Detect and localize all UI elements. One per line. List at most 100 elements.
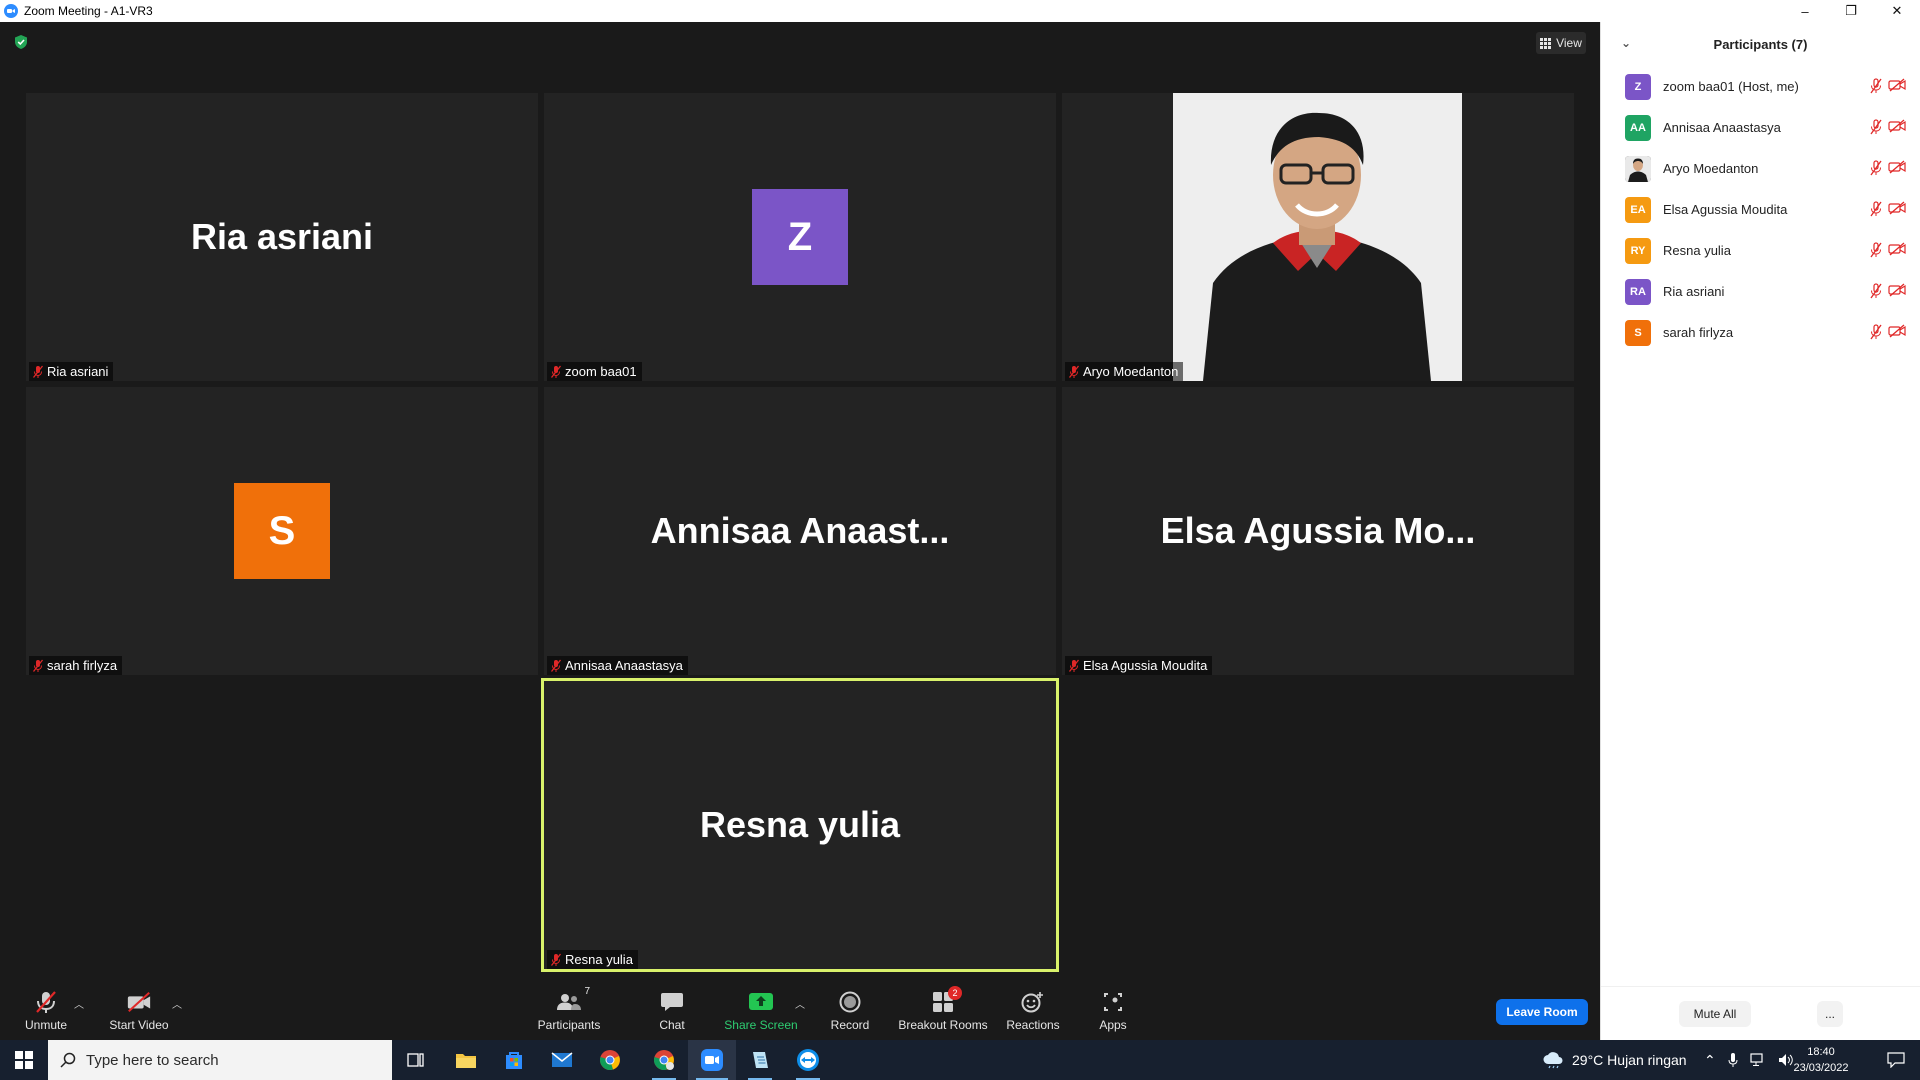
unmute-button[interactable]: Unmute xyxy=(18,982,74,1040)
mic-muted-icon[interactable] xyxy=(1870,119,1882,135)
participant-avatar: RA xyxy=(1625,278,1651,305)
record-button[interactable]: Record xyxy=(826,982,874,1040)
participant-name: Annisaa Anaastasya xyxy=(1663,120,1781,135)
participants-panel: ⌄ Participants (7) Zzoom baa01 (Host, me… xyxy=(1600,22,1920,1040)
mic-muted-icon xyxy=(1069,365,1079,378)
tile-display-name: Resna yulia xyxy=(699,804,901,845)
participant-name: Elsa Agussia Moudita xyxy=(1663,202,1788,217)
collapse-chevron-icon[interactable]: ⌄ xyxy=(1621,36,1631,50)
microphone-icon[interactable] xyxy=(1728,1052,1738,1068)
video-tile-elsa-agussia-moudita[interactable]: Elsa Agussia Mo... Elsa Agussia Moudita xyxy=(1062,387,1574,675)
video-off-icon[interactable] xyxy=(1888,324,1906,338)
network-icon[interactable] xyxy=(1750,1053,1766,1067)
task-view-icon xyxy=(407,1053,424,1067)
task-view-button[interactable] xyxy=(392,1040,440,1080)
apps-button[interactable]: Apps xyxy=(1098,982,1128,1040)
tile-nameplate: sarah firlyza xyxy=(29,656,123,675)
weather-widget[interactable]: 29°C Hujan ringan xyxy=(1542,1040,1687,1080)
share-options-chevron-icon[interactable]: ︿ xyxy=(795,996,805,1011)
taskbar-mail[interactable] xyxy=(538,1040,586,1080)
mic-muted-icon[interactable] xyxy=(1870,242,1882,258)
participant-row[interactable]: EA Elsa Agussia Moudita xyxy=(1601,189,1920,230)
tile-name-label: sarah firlyza xyxy=(47,658,118,673)
share-screen-button[interactable]: Share Screen xyxy=(722,982,800,1040)
meeting-area: View Ria asriani Ria asriani Z zoom baa0… xyxy=(0,22,1600,1040)
participants-panel-footer: Mute All ... xyxy=(1601,986,1920,1040)
more-options-button[interactable]: ... xyxy=(1817,1001,1843,1027)
mic-muted-icon xyxy=(33,990,59,1014)
participant-row[interactable]: RY Resna yulia xyxy=(1601,230,1920,271)
reactions-button[interactable]: Reactions xyxy=(1006,982,1060,1040)
video-options-chevron-icon[interactable]: ︿ xyxy=(172,996,182,1011)
video-off-icon[interactable] xyxy=(1888,160,1906,174)
taskbar-chrome-profile[interactable] xyxy=(640,1040,688,1080)
mic-muted-icon xyxy=(33,365,43,378)
video-off-icon[interactable] xyxy=(1888,242,1906,256)
video-tile-resna-yulia[interactable]: Resna yulia Resna yulia xyxy=(541,678,1059,972)
share-screen-icon xyxy=(748,990,774,1014)
tile-display-name: Annisaa Anaast... xyxy=(650,510,950,551)
taskbar-clock[interactable]: 18:40 23/03/2022 xyxy=(1778,1044,1864,1076)
video-off-icon[interactable] xyxy=(1888,283,1906,297)
video-off-icon[interactable] xyxy=(1888,119,1906,133)
search-placeholder: Type here to search xyxy=(86,1051,219,1069)
breakout-rooms-button[interactable]: 2 Breakout Rooms xyxy=(896,982,990,1040)
chat-button[interactable]: Chat xyxy=(650,982,694,1040)
teamviewer-icon xyxy=(797,1049,819,1071)
participant-row[interactable]: Aryo Moedanton xyxy=(1601,148,1920,189)
participants-button[interactable]: 7 Participants xyxy=(532,982,606,1040)
leave-room-button[interactable]: Leave Room xyxy=(1496,999,1588,1025)
taskbar-file-explorer[interactable] xyxy=(442,1040,490,1080)
view-button[interactable]: View xyxy=(1536,32,1586,54)
taskbar-search-box[interactable]: Type here to search xyxy=(48,1040,392,1080)
participant-row[interactable]: RA Ria asriani xyxy=(1601,271,1920,312)
tile-nameplate: Resna yulia xyxy=(547,950,638,969)
windows-logo-icon xyxy=(15,1051,33,1069)
mic-muted-icon xyxy=(33,659,43,672)
security-shield-icon[interactable] xyxy=(14,34,28,50)
participant-status-icons xyxy=(1870,242,1906,258)
participant-avatar: AA xyxy=(1625,114,1651,141)
windows-start-button[interactable] xyxy=(0,1040,48,1080)
zoom-icon xyxy=(701,1049,723,1071)
participant-row[interactable]: Ssarah firlyza xyxy=(1601,312,1920,353)
minimize-button[interactable]: – xyxy=(1782,0,1828,22)
mic-muted-icon[interactable] xyxy=(1870,78,1882,94)
notifications-button[interactable] xyxy=(1872,1040,1920,1080)
video-off-icon[interactable] xyxy=(1888,78,1906,92)
video-tile-annisaa-anaastasya[interactable]: Annisaa Anaast... Annisaa Anaastasya xyxy=(544,387,1056,675)
mic-muted-icon[interactable] xyxy=(1870,160,1882,176)
show-hidden-icons-chevron-icon[interactable]: ⌃ xyxy=(1704,1052,1716,1069)
window-title-bar: Zoom Meeting - A1-VR3 – ❐ ✕ xyxy=(0,0,1920,22)
video-tile-ria-asriani[interactable]: Ria asriani Ria asriani xyxy=(26,93,538,381)
mute-all-button[interactable]: Mute All xyxy=(1679,1001,1751,1027)
windows-taskbar: Type here to search 29°C Hujan ringan ⌃ … xyxy=(0,1040,1920,1080)
apps-icon xyxy=(1100,990,1126,1014)
participant-row[interactable]: Zzoom baa01 (Host, me) xyxy=(1601,66,1920,107)
taskbar-store[interactable] xyxy=(490,1040,538,1080)
record-icon xyxy=(837,990,863,1014)
video-tile-aryo-moedanton[interactable]: Aryo Moedanton xyxy=(1062,93,1574,381)
taskbar-chrome[interactable] xyxy=(586,1040,634,1080)
taskbar-notepad[interactable] xyxy=(736,1040,784,1080)
video-tile-zoom-baa01[interactable]: Z zoom baa01 xyxy=(544,93,1056,381)
restore-button[interactable]: ❐ xyxy=(1828,0,1874,22)
video-tile-sarah-firlyza[interactable]: S sarah firlyza xyxy=(26,387,538,675)
video-off-icon[interactable] xyxy=(1888,201,1906,215)
start-video-button[interactable]: Start Video xyxy=(104,982,174,1040)
meeting-toolbar: Unmute ︿ Start Video ︿ 7 Participants Ch… xyxy=(0,982,1600,1040)
taskbar-zoom[interactable] xyxy=(688,1040,736,1080)
mic-muted-icon[interactable] xyxy=(1870,201,1882,217)
mic-muted-icon xyxy=(1069,659,1079,672)
mic-muted-icon[interactable] xyxy=(1870,324,1882,340)
record-label: Record xyxy=(830,1018,870,1032)
mic-muted-icon[interactable] xyxy=(1870,283,1882,299)
participant-row[interactable]: AA Annisaa Anaastasya xyxy=(1601,107,1920,148)
close-button[interactable]: ✕ xyxy=(1874,0,1920,22)
notepad-icon xyxy=(753,1052,768,1068)
reactions-label: Reactions xyxy=(1006,1018,1060,1032)
tile-nameplate: Aryo Moedanton xyxy=(1065,362,1184,381)
tile-name-label: Ria asriani xyxy=(47,364,109,379)
audio-options-chevron-icon[interactable]: ︿ xyxy=(74,996,84,1011)
taskbar-teamviewer[interactable] xyxy=(784,1040,832,1080)
